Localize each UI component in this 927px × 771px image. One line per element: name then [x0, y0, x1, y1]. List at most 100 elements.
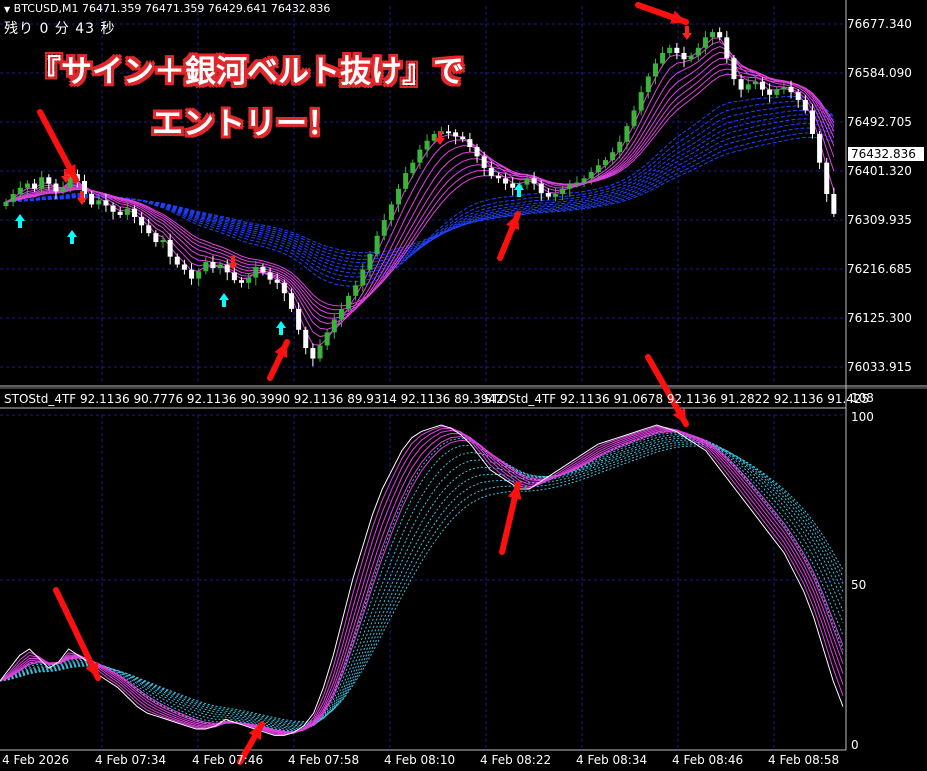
candle-body	[410, 162, 416, 174]
candle-body	[809, 110, 815, 134]
candle-body	[124, 208, 130, 215]
candle-body	[581, 178, 587, 183]
annotation-line-2: エントリー！	[152, 106, 338, 142]
candle-body	[217, 264, 223, 269]
candle-body	[196, 271, 202, 279]
candle-body	[831, 194, 837, 214]
candle-body	[717, 32, 723, 38]
symbol-info: BTCUSD,M1 76471.359 76471.359 76429.641 …	[13, 2, 331, 15]
time-label: 4 Feb 07:34	[95, 753, 167, 767]
candle-body	[431, 133, 437, 141]
indicator-axis-50: 50	[851, 578, 867, 592]
candle-body	[602, 160, 608, 166]
candle-body	[553, 194, 559, 197]
candle-body	[424, 140, 430, 150]
candle-body	[767, 89, 773, 95]
belt-line-blue	[5, 105, 835, 278]
candle-body	[788, 86, 794, 93]
candle-body	[331, 319, 337, 333]
candle-body	[538, 183, 544, 193]
buy-signal-icon	[67, 230, 77, 244]
belt-line-blue	[5, 118, 835, 267]
candle-body	[24, 183, 30, 188]
candle-body	[681, 53, 687, 60]
symbol-header: ▼ BTCUSD,M1 76471.359 76471.359 76429.64…	[4, 2, 330, 15]
candle-body	[360, 269, 366, 286]
candle-body	[131, 208, 137, 217]
sell-signal-icon	[682, 26, 692, 40]
candle-body	[802, 100, 808, 111]
candle-body	[738, 79, 744, 90]
price-label: 76216.685	[847, 262, 912, 276]
candle-body	[545, 192, 551, 197]
buy-signal-icon	[219, 293, 229, 307]
candle-body	[310, 348, 316, 359]
candle-body	[139, 216, 145, 226]
candle-body	[495, 175, 501, 179]
oscillator-line-cyan	[0, 439, 844, 727]
candle-body	[688, 55, 694, 60]
candle-body	[474, 147, 480, 157]
price-label: 76033.915	[847, 360, 912, 374]
candle-body	[167, 239, 173, 257]
candle-body	[203, 261, 209, 272]
candle-body	[595, 165, 601, 173]
candle-body	[281, 282, 287, 294]
oscillator-line-magenta	[0, 429, 844, 734]
candle-body	[146, 225, 152, 234]
candle-body	[817, 133, 823, 163]
candle-body	[652, 63, 658, 77]
candle-body	[160, 239, 166, 243]
candle-body	[231, 272, 237, 281]
oscillator-line-magenta	[0, 427, 844, 735]
candle-body	[781, 86, 787, 90]
candle-body	[353, 285, 359, 296]
candle-body	[824, 162, 830, 194]
candle-body	[610, 152, 616, 161]
candle-body	[488, 167, 494, 176]
candle-body	[346, 295, 352, 309]
candle-body	[246, 277, 252, 283]
time-label: 4 Feb 2026	[2, 753, 70, 767]
candle-body	[17, 187, 23, 194]
candle-body	[567, 184, 573, 189]
candle-body	[110, 205, 116, 212]
candle-body	[153, 233, 159, 243]
candle-body	[96, 200, 102, 205]
chart-canvas	[0, 0, 927, 765]
candle-body	[303, 329, 309, 349]
candle-body	[403, 173, 409, 189]
candle-body	[367, 254, 373, 270]
time-label: 4 Feb 08:34	[576, 753, 648, 767]
candle-body	[32, 183, 38, 189]
indicator-label-left: STOStd_4TF 92.1136 90.7776 92.1136 90.39…	[4, 392, 504, 406]
belt-line-magenta	[5, 57, 835, 319]
dropdown-triangle-icon[interactable]: ▼	[4, 5, 10, 14]
candle-body	[638, 92, 644, 111]
indicator-label-right: STOStd_4TF 92.1136 91.0678 92.1136 91.28…	[484, 392, 870, 406]
price-label: 76125.300	[847, 311, 912, 325]
candle-body	[695, 47, 701, 56]
candle-body	[774, 89, 780, 95]
buy-signal-icon	[15, 214, 25, 228]
belt-line-blue	[5, 109, 835, 274]
time-label: 4 Feb 08:46	[672, 753, 744, 767]
candle-body	[174, 256, 180, 265]
oscillator-line-cyan	[0, 434, 844, 731]
time-label: 4 Feb 08:22	[480, 753, 552, 767]
candle-body	[117, 211, 123, 215]
candle-body	[624, 126, 630, 142]
candle-body	[588, 172, 594, 179]
candle-body	[445, 131, 451, 134]
time-label: 4 Feb 07:46	[192, 753, 264, 767]
candle-body	[189, 269, 195, 279]
candle-body	[60, 187, 66, 192]
candle-timer: 残り 0 分 43 秒	[4, 21, 116, 37]
candle-body	[460, 136, 466, 140]
candle-body	[224, 264, 230, 273]
current-price-label: 76432.836	[848, 147, 924, 161]
grid-lines	[0, 6, 845, 750]
candle-body	[645, 76, 651, 93]
candle-body	[3, 201, 9, 207]
candle-body	[46, 177, 52, 184]
